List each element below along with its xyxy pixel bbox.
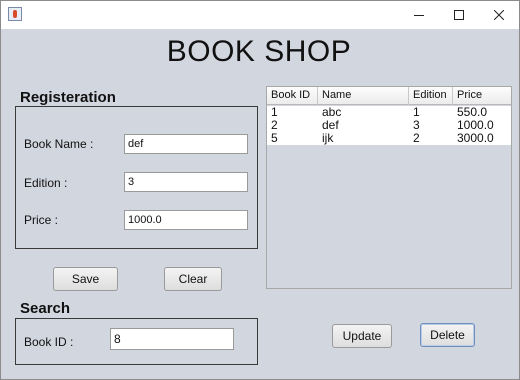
app-title: BOOK SHOP [166, 35, 352, 68]
book-id-label: Book ID : [24, 335, 74, 349]
search-panel: Book ID : [15, 318, 258, 365]
table-header: Book ID Name Edition Price [267, 87, 511, 105]
minimize-icon [414, 15, 424, 16]
book-id-field[interactable] [110, 328, 234, 350]
price-field[interactable] [124, 210, 248, 230]
registration-panel: Book Name : Edition : Price : [15, 106, 258, 249]
cell-edition: 2 [413, 131, 420, 145]
update-button[interactable]: Update [332, 324, 392, 348]
clear-button[interactable]: Clear [164, 267, 222, 291]
cell-price: 3000.0 [457, 131, 494, 145]
book-name-label: Book Name : [24, 137, 94, 151]
cell-book-id: 5 [271, 131, 278, 145]
main-content: BOOK SHOP Registeration Book Name : Edit… [1, 29, 519, 379]
column-header-name[interactable]: Name [318, 87, 409, 105]
book-name-field[interactable] [124, 134, 248, 154]
table-body: 1 abc 1 550.0 2 def 3 1000.0 5 ijk 2 300… [267, 106, 511, 145]
title-bar[interactable] [1, 1, 519, 29]
app-window: BOOK SHOP Registeration Book Name : Edit… [0, 0, 520, 380]
delete-button[interactable]: Delete [420, 323, 475, 347]
search-title: Search [20, 300, 71, 317]
cell-name: ijk [322, 131, 334, 145]
table-row[interactable]: 5 ijk 2 3000.0 [267, 132, 511, 145]
save-button[interactable]: Save [53, 267, 118, 291]
edition-label: Edition : [24, 176, 68, 190]
registration-title: Registeration [20, 89, 116, 106]
close-icon [494, 10, 504, 20]
column-header-edition[interactable]: Edition [409, 87, 453, 105]
price-label: Price : [24, 213, 59, 227]
minimize-button[interactable] [399, 1, 439, 29]
edition-field[interactable] [124, 172, 248, 192]
column-header-book-id[interactable]: Book ID [267, 87, 318, 105]
column-header-price[interactable]: Price [453, 87, 511, 105]
books-table[interactable]: Book ID Name Edition Price 1 abc 1 550.0… [266, 86, 512, 289]
maximize-button[interactable] [439, 1, 479, 29]
java-icon [8, 7, 22, 21]
maximize-icon [454, 10, 464, 20]
close-button[interactable] [479, 1, 519, 29]
